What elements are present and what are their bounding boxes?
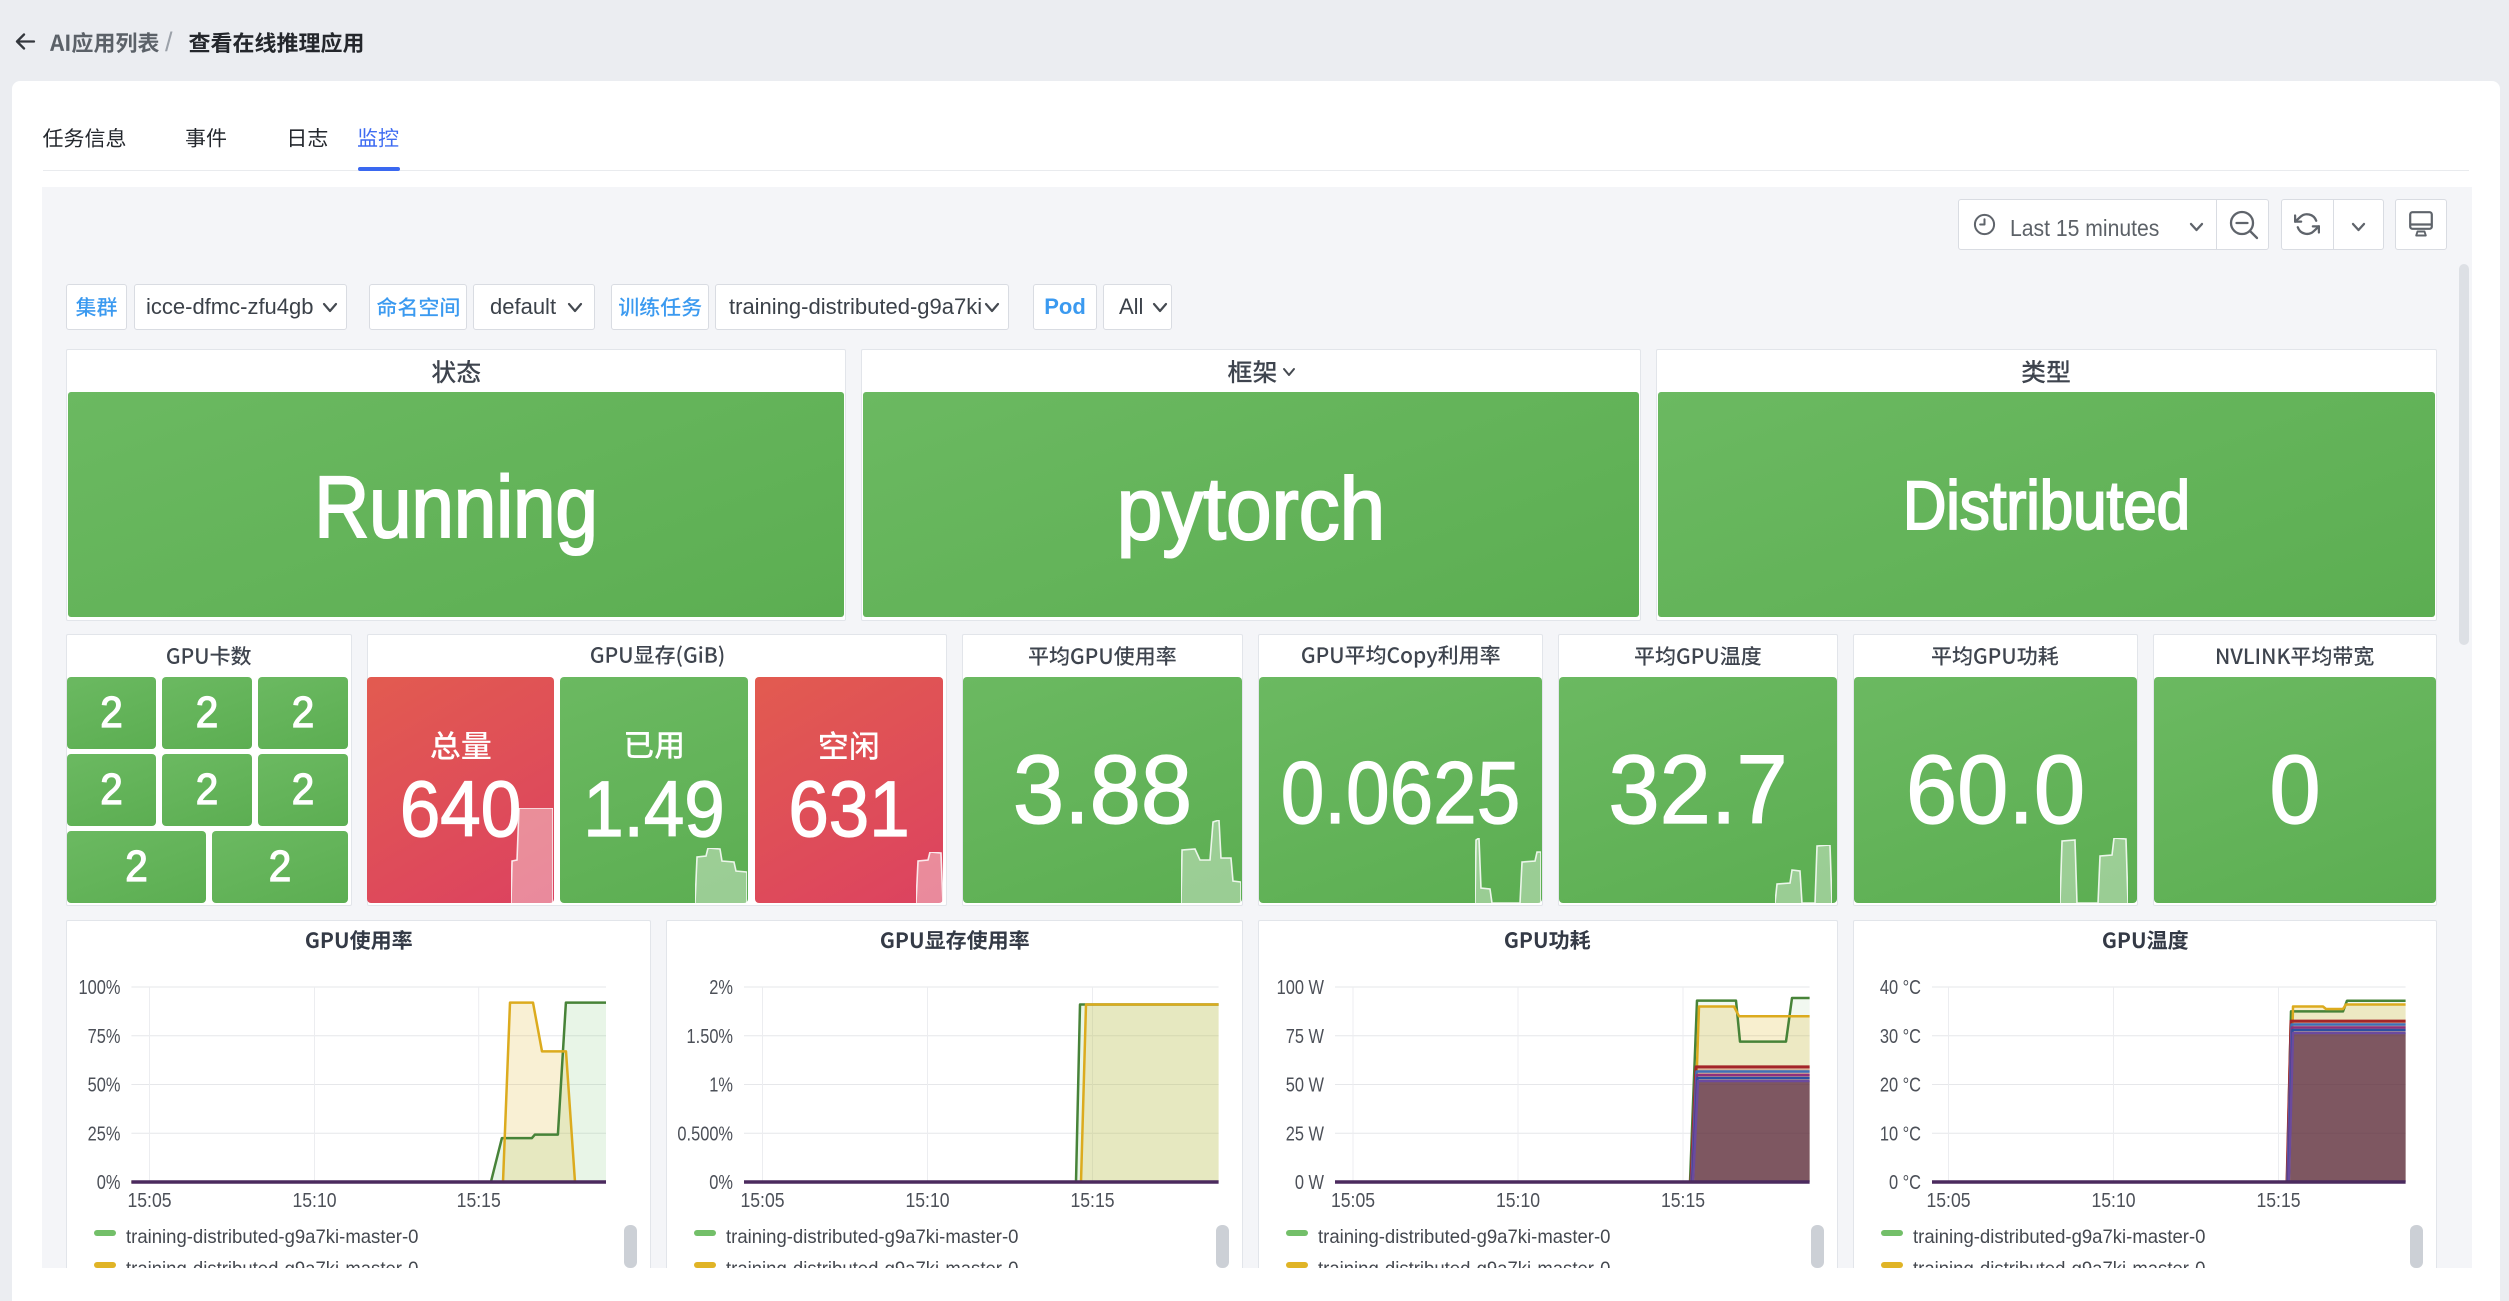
svg-text:25 W: 25 W [1286,1122,1325,1145]
svg-text:75%: 75% [88,1024,121,1047]
svg-text:15:15: 15:15 [1070,1190,1114,1213]
svg-text:20 °C: 20 °C [1880,1073,1921,1096]
svg-text:15:15: 15:15 [457,1190,501,1213]
svg-text:15:10: 15:10 [905,1190,949,1213]
svg-text:15:05: 15:05 [1926,1190,1970,1213]
svg-text:100%: 100% [78,975,120,998]
svg-text:0 °C: 0 °C [1889,1170,1921,1193]
svg-text:15:05: 15:05 [740,1190,784,1213]
svg-text:25%: 25% [88,1122,121,1145]
svg-text:15:10: 15:10 [1496,1190,1540,1213]
svg-text:40 °C: 40 °C [1880,975,1921,998]
svg-text:50%: 50% [88,1073,121,1096]
svg-text:50 W: 50 W [1286,1073,1325,1096]
svg-text:100 W: 100 W [1277,975,1325,998]
svg-text:15:15: 15:15 [2256,1190,2300,1213]
svg-text:0 W: 0 W [1295,1170,1325,1193]
svg-text:0.500%: 0.500% [677,1122,733,1145]
svg-text:75 W: 75 W [1286,1024,1325,1047]
svg-text:0%: 0% [709,1170,733,1193]
svg-text:1%: 1% [709,1073,733,1096]
svg-text:15:15: 15:15 [1661,1190,1705,1213]
svg-text:15:05: 15:05 [1331,1190,1375,1213]
svg-text:30 °C: 30 °C [1880,1024,1921,1047]
svg-text:10 °C: 10 °C [1880,1122,1921,1145]
svg-text:2%: 2% [709,975,733,998]
svg-text:0%: 0% [97,1170,121,1193]
svg-text:1.50%: 1.50% [687,1024,733,1047]
svg-text:15:10: 15:10 [2091,1190,2135,1213]
svg-text:15:05: 15:05 [127,1190,171,1213]
svg-text:15:10: 15:10 [292,1190,336,1213]
